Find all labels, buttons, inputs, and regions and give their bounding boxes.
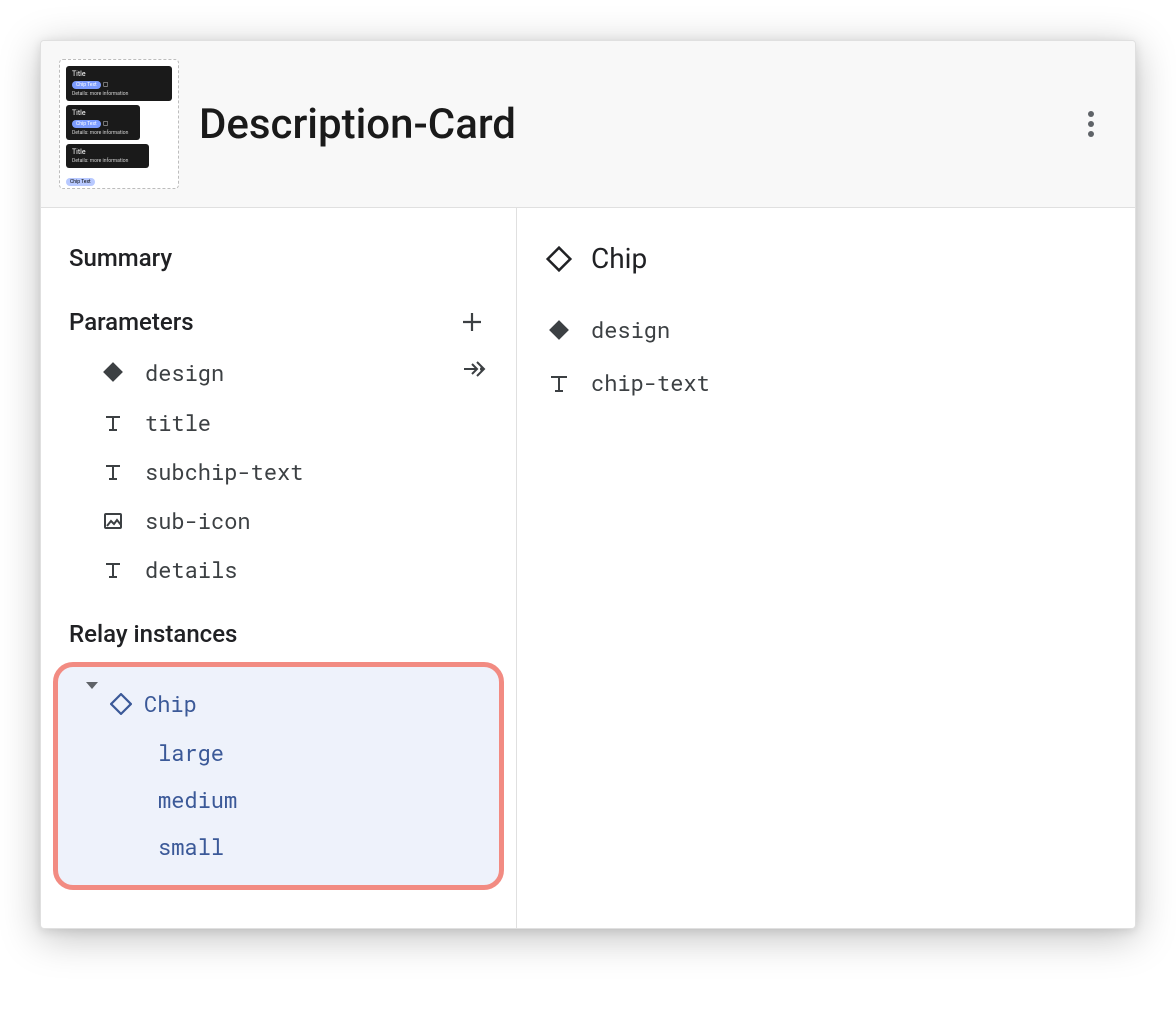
param-subchip-text[interactable]: subchip-text xyxy=(41,447,516,496)
diamond-outline-icon xyxy=(545,245,573,273)
left-pane: Summary Parameters design xyxy=(41,208,517,928)
instance-name: Chip xyxy=(144,689,197,718)
relay-label: Relay instances xyxy=(69,620,237,648)
link-action[interactable] xyxy=(462,356,488,388)
diamond-filled-icon xyxy=(548,319,570,341)
param-label: details xyxy=(145,555,237,584)
thumb-variant-large: Title Chip Text▢ Details: more informati… xyxy=(66,66,172,101)
text-icon xyxy=(103,462,123,482)
diamond-outline-icon xyxy=(110,693,132,715)
relay-variant-medium[interactable]: medium xyxy=(68,773,489,820)
prop-label: design xyxy=(591,315,670,344)
relay-instance-chip[interactable]: Chip xyxy=(68,681,489,726)
plus-icon xyxy=(460,310,484,334)
param-title[interactable]: title xyxy=(41,398,516,447)
param-sub-icon[interactable]: sub-icon xyxy=(41,496,516,545)
parameters-heading: Parameters xyxy=(41,298,516,346)
more-vert-icon xyxy=(1088,111,1094,137)
add-parameter-button[interactable] xyxy=(456,306,488,338)
component-title: Chip xyxy=(545,236,1107,303)
param-details[interactable]: details xyxy=(41,545,516,594)
prop-label: chip-text xyxy=(591,368,710,397)
thumb-variant-medium: Title Chip Text▢ Details: more informati… xyxy=(66,105,140,140)
relay-instances-heading: Relay instances xyxy=(41,612,516,656)
prop-chip-text[interactable]: chip-text xyxy=(545,356,1107,409)
text-icon xyxy=(548,372,570,394)
more-menu-button[interactable] xyxy=(1071,104,1111,144)
text-icon xyxy=(103,560,123,580)
component-thumbnail[interactable]: Title Chip Text▢ Details: more informati… xyxy=(59,59,179,189)
link-arrow-icon xyxy=(462,356,488,382)
param-label: design xyxy=(145,358,224,387)
thumb-variant-small: Title Details: more information Chip Tex… xyxy=(66,144,172,187)
parameters-label: Parameters xyxy=(69,308,194,336)
param-label: title xyxy=(145,408,211,437)
expand-toggle[interactable] xyxy=(86,689,98,718)
panel-body: Summary Parameters design xyxy=(41,208,1135,928)
relay-variant-large[interactable]: large xyxy=(68,726,489,773)
diamond-filled-icon xyxy=(103,362,123,382)
component-panel: Title Chip Text▢ Details: more informati… xyxy=(40,40,1136,929)
param-label: sub-icon xyxy=(145,506,251,535)
summary-heading[interactable]: Summary xyxy=(41,236,516,280)
page-title: Description-Card xyxy=(199,100,1051,149)
relay-variant-small[interactable]: small xyxy=(68,820,489,867)
panel-header: Title Chip Text▢ Details: more informati… xyxy=(41,41,1135,208)
param-label: subchip-text xyxy=(145,457,303,486)
image-icon xyxy=(103,511,123,531)
param-design[interactable]: design xyxy=(41,346,516,398)
summary-label: Summary xyxy=(69,244,172,272)
right-pane: Chip design chip-text xyxy=(517,208,1135,928)
text-icon xyxy=(103,413,123,433)
relay-instance-highlight: Chip large medium small xyxy=(53,662,504,890)
component-name: Chip xyxy=(591,242,647,275)
prop-design[interactable]: design xyxy=(545,303,1107,356)
caret-down-icon xyxy=(86,682,98,718)
